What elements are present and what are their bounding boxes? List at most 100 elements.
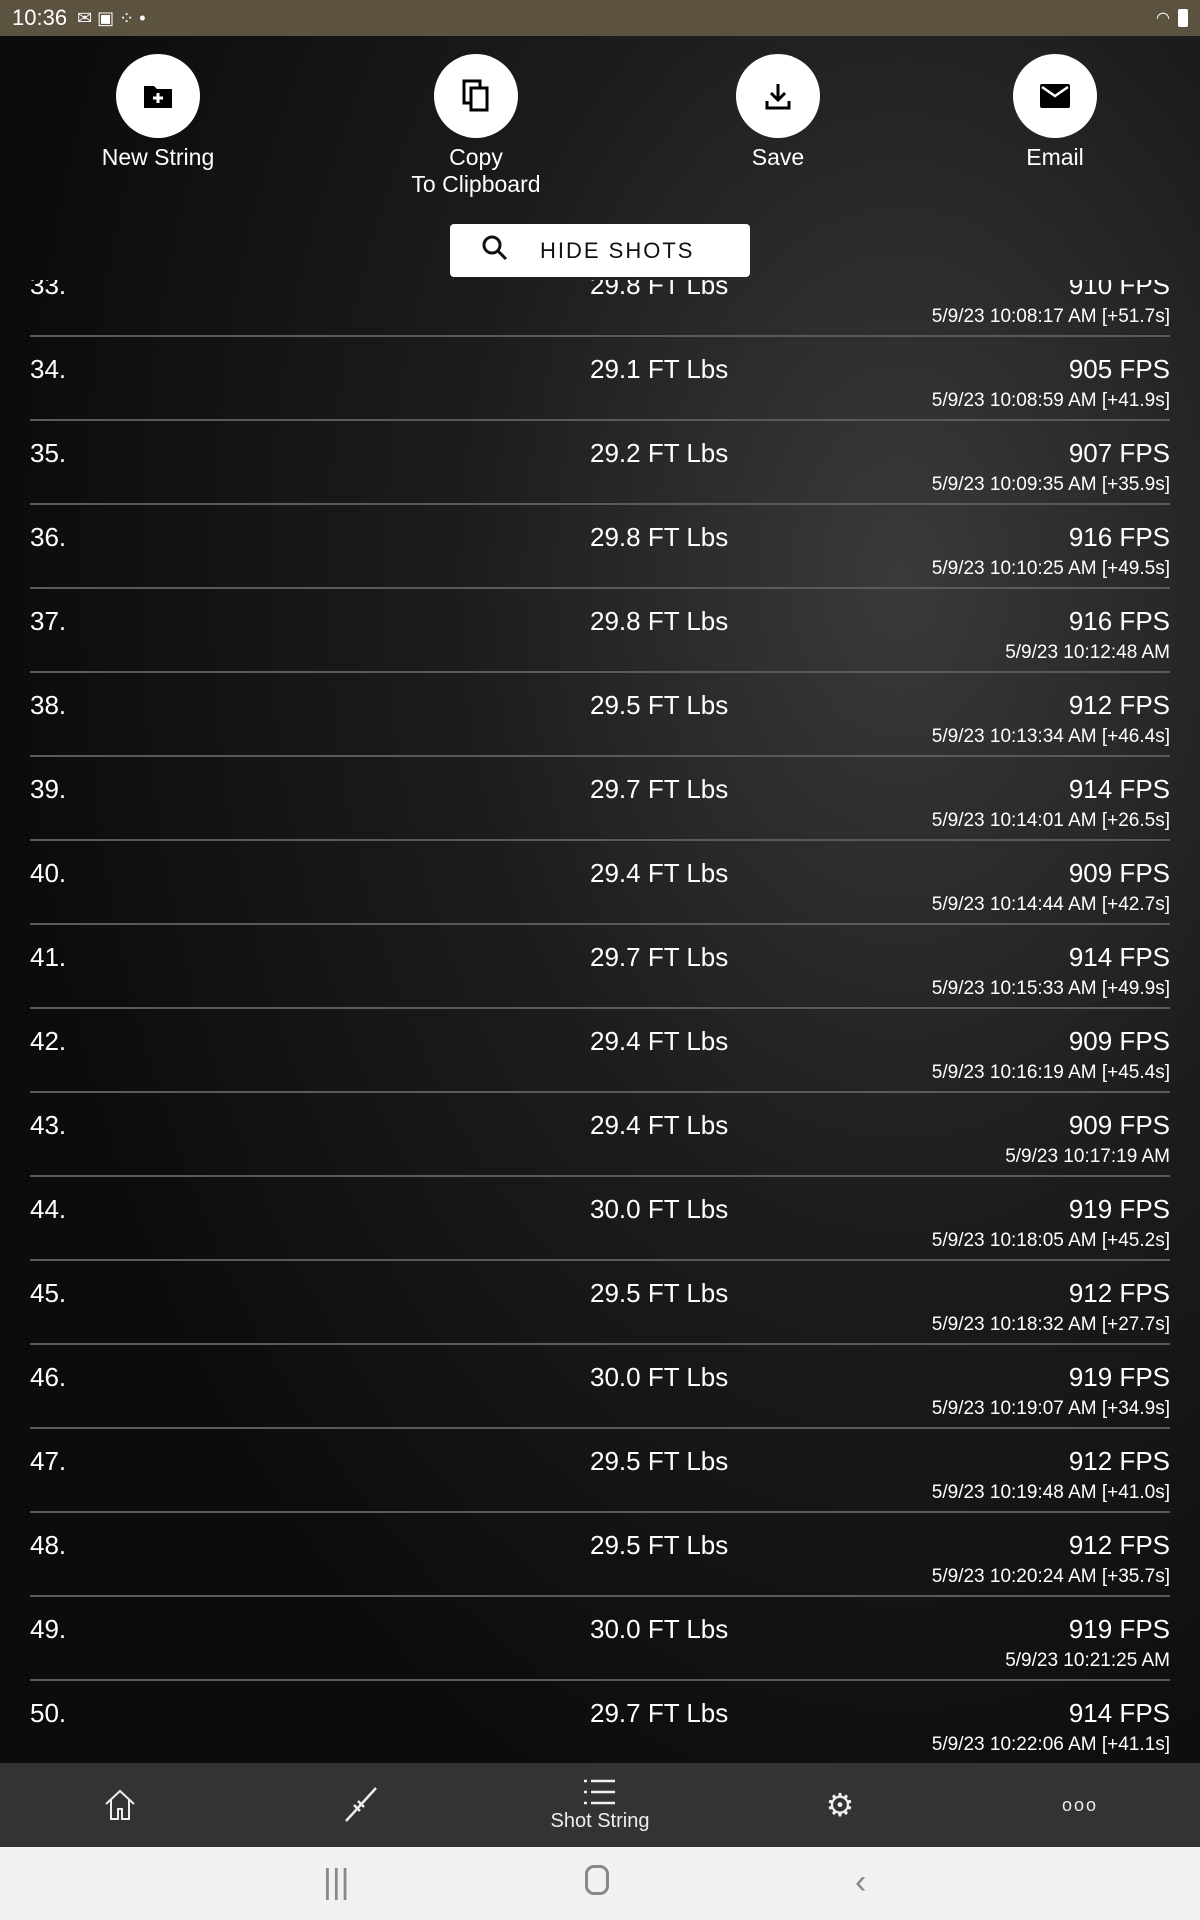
- back-button[interactable]: ‹: [855, 1863, 866, 1902]
- shot-velocity: 916 FPS: [1068, 522, 1170, 552]
- new-string-button[interactable]: New String: [38, 54, 278, 171]
- save-label: Save: [751, 144, 805, 170]
- shot-timestamp: 5/9/23 10:13:34 AM [+46.4s]: [931, 726, 1170, 747]
- shot-velocity: 905 FPS: [1068, 354, 1170, 384]
- shot-row[interactable]: 39. 29.7 FT Lbs 914 FPS 5/9/23 10:14:01 AM …: [30, 757, 1170, 841]
- shot-number: 41.: [30, 942, 67, 972]
- shot-number: 34.: [30, 354, 67, 384]
- shot-timestamp: 5/9/23 10:16:19 AM [+45.4s]: [931, 1062, 1170, 1083]
- shot-number: 46.: [30, 1362, 67, 1392]
- shot-number: 36.: [30, 522, 67, 552]
- battery-icon: [1178, 9, 1188, 27]
- nav-shot-string-label: Shot String: [550, 1809, 650, 1832]
- shot-row[interactable]: 38. 29.5 FT Lbs 912 FPS 5/9/23 10:13:34 AM …: [30, 673, 1170, 757]
- shot-timestamp: 5/9/23 10:19:07 AM [+34.9s]: [931, 1398, 1170, 1419]
- hide-shots-button[interactable]: HIDE SHOTS: [450, 224, 750, 277]
- shot-velocity: 912 FPS: [1068, 1446, 1170, 1476]
- wifi-icon: ◠: [1156, 10, 1170, 27]
- shot-energy: 30.0 FT Lbs: [590, 1362, 729, 1392]
- shot-number: 35.: [30, 438, 67, 468]
- shot-row[interactable]: 34. 29.1 FT Lbs 905 FPS 5/9/23 10:08:59 AM …: [30, 337, 1170, 421]
- shot-timestamp: 5/9/23 10:21:25 AM: [1005, 1650, 1170, 1671]
- shot-energy: 29.7 FT Lbs: [590, 774, 729, 804]
- mail-icon: [1040, 84, 1070, 108]
- shot-energy: 29.4 FT Lbs: [590, 1026, 729, 1056]
- clock: 10:36: [12, 5, 68, 30]
- shot-number: 40.: [30, 858, 67, 888]
- shot-row[interactable]: 35. 29.2 FT Lbs 907 FPS 5/9/23 10:09:35 AM …: [30, 421, 1170, 505]
- home-button[interactable]: [585, 1865, 609, 1895]
- shot-velocity: 909 FPS: [1068, 1026, 1170, 1056]
- shot-row[interactable]: 49. 30.0 FT Lbs 919 FPS 5/9/23 10:21:25 AM: [30, 1597, 1170, 1681]
- shot-number: 45.: [30, 1278, 67, 1308]
- shot-velocity: 909 FPS: [1068, 1110, 1170, 1140]
- shot-energy: 29.5 FT Lbs: [590, 1530, 729, 1560]
- shot-row[interactable]: 37. 29.8 FT Lbs 916 FPS 5/9/23 10:12:48 AM: [30, 589, 1170, 673]
- shot-timestamp: 5/9/23 10:09:35 AM [+35.9s]: [931, 474, 1170, 495]
- search-icon: [450, 234, 540, 268]
- shot-velocity: 912 FPS: [1068, 1278, 1170, 1308]
- new-string-label: New String: [101, 144, 215, 170]
- shot-number: 47.: [30, 1446, 67, 1476]
- shot-row[interactable]: 47. 29.5 FT Lbs 912 FPS 5/9/23 10:19:48 AM …: [30, 1429, 1170, 1513]
- shot-row[interactable]: 48. 29.5 FT Lbs 912 FPS 5/9/23 10:20:24 AM …: [30, 1513, 1170, 1597]
- shot-number: 37.: [30, 606, 67, 636]
- email-button[interactable]: Email: [935, 54, 1175, 171]
- shot-velocity: 912 FPS: [1068, 1530, 1170, 1560]
- shot-energy: 29.2 FT Lbs: [590, 438, 729, 468]
- shot-row[interactable]: 45. 29.5 FT Lbs 912 FPS 5/9/23 10:18:32 AM …: [30, 1261, 1170, 1345]
- shot-row[interactable]: 40. 29.4 FT Lbs 909 FPS 5/9/23 10:14:44 AM …: [30, 841, 1170, 925]
- shot-velocity: 914 FPS: [1068, 1698, 1170, 1728]
- nav-more[interactable]: ooo: [960, 1763, 1200, 1847]
- shot-velocity: 909 FPS: [1068, 858, 1170, 888]
- shot-timestamp: 5/9/23 10:19:48 AM [+41.0s]: [931, 1482, 1170, 1503]
- recents-button[interactable]: |||: [323, 1863, 350, 1902]
- shot-energy: 30.0 FT Lbs: [590, 1614, 729, 1644]
- shot-timestamp: 5/9/23 10:08:17 AM [+51.7s]: [931, 306, 1170, 327]
- shot-velocity: 907 FPS: [1068, 438, 1170, 468]
- nav-shot-string[interactable]: Shot String: [480, 1763, 720, 1847]
- shot-energy: 30.0 FT Lbs: [590, 1194, 729, 1224]
- shot-number: 49.: [30, 1614, 67, 1644]
- nav-rifle[interactable]: [240, 1763, 480, 1847]
- shot-timestamp: 5/9/23 10:20:24 AM [+35.7s]: [931, 1566, 1170, 1587]
- shot-timestamp: 5/9/23 10:18:05 AM [+45.2s]: [931, 1230, 1170, 1251]
- shot-list[interactable]: 33. 29.8 FT Lbs 910 FPS 5/9/23 10:08:17 AM …: [0, 280, 1200, 1763]
- shot-number: 48.: [30, 1530, 67, 1560]
- rifle-icon: [345, 1787, 377, 1822]
- nav-settings[interactable]: ⚙: [720, 1763, 960, 1847]
- settings-icon: ⚙: [825, 1787, 855, 1823]
- shot-timestamp: 5/9/23 10:22:06 AM [+41.1s]: [931, 1734, 1170, 1755]
- shot-timestamp: 5/9/23 10:14:01 AM [+26.5s]: [931, 810, 1170, 831]
- list-icon: [584, 1779, 615, 1804]
- copy-clipboard-button[interactable]: Copy To Clipboard: [356, 54, 596, 198]
- shot-number: 39.: [30, 774, 67, 804]
- shot-row[interactable]: 41. 29.7 FT Lbs 914 FPS 5/9/23 10:15:33 AM …: [30, 925, 1170, 1009]
- shot-row[interactable]: 33. 29.8 FT Lbs 910 FPS 5/9/23 10:08:17 AM …: [30, 280, 1170, 337]
- shot-row[interactable]: 42. 29.4 FT Lbs 909 FPS 5/9/23 10:16:19 AM …: [30, 1009, 1170, 1093]
- shot-velocity: 914 FPS: [1068, 774, 1170, 804]
- home-icon: [105, 1789, 135, 1820]
- shot-row[interactable]: 43. 29.4 FT Lbs 909 FPS 5/9/23 10:17:19 AM: [30, 1093, 1170, 1177]
- shot-energy: 29.8 FT Lbs: [590, 522, 729, 552]
- shot-energy: 29.7 FT Lbs: [590, 942, 729, 972]
- download-icon: [765, 84, 791, 110]
- shot-row[interactable]: 46. 30.0 FT Lbs 919 FPS 5/9/23 10:19:07 AM …: [30, 1345, 1170, 1429]
- shot-row[interactable]: 44. 30.0 FT Lbs 919 FPS 5/9/23 10:18:05 AM …: [30, 1177, 1170, 1261]
- system-nav: ||| ‹: [0, 1847, 1200, 1920]
- status-bar: 10:36 ✉ ▣ ⁘ • ◠: [0, 0, 1200, 36]
- shot-number: 42.: [30, 1026, 67, 1056]
- shot-velocity: 919 FPS: [1068, 1362, 1170, 1392]
- shot-number: 38.: [30, 690, 67, 720]
- nav-home[interactable]: [0, 1763, 240, 1847]
- save-button[interactable]: Save: [658, 54, 898, 171]
- shot-row[interactable]: 36. 29.8 FT Lbs 916 FPS 5/9/23 10:10:25 AM …: [30, 505, 1170, 589]
- email-label: Email: [1026, 144, 1084, 170]
- action-bar: New String Copy To Clipboard Save Email: [0, 54, 1200, 204]
- shot-row[interactable]: 50. 29.7 FT Lbs 914 FPS 5/9/23 10:22:06 AM …: [30, 1681, 1170, 1763]
- shot-energy: 29.5 FT Lbs: [590, 1446, 729, 1476]
- notification-icons: ✉ ▣ ⁘ •: [77, 7, 146, 28]
- shot-velocity: 910 FPS: [1068, 280, 1170, 300]
- shot-timestamp: 5/9/23 10:18:32 AM [+27.7s]: [931, 1314, 1170, 1335]
- shot-timestamp: 5/9/23 10:15:33 AM [+49.9s]: [931, 978, 1170, 999]
